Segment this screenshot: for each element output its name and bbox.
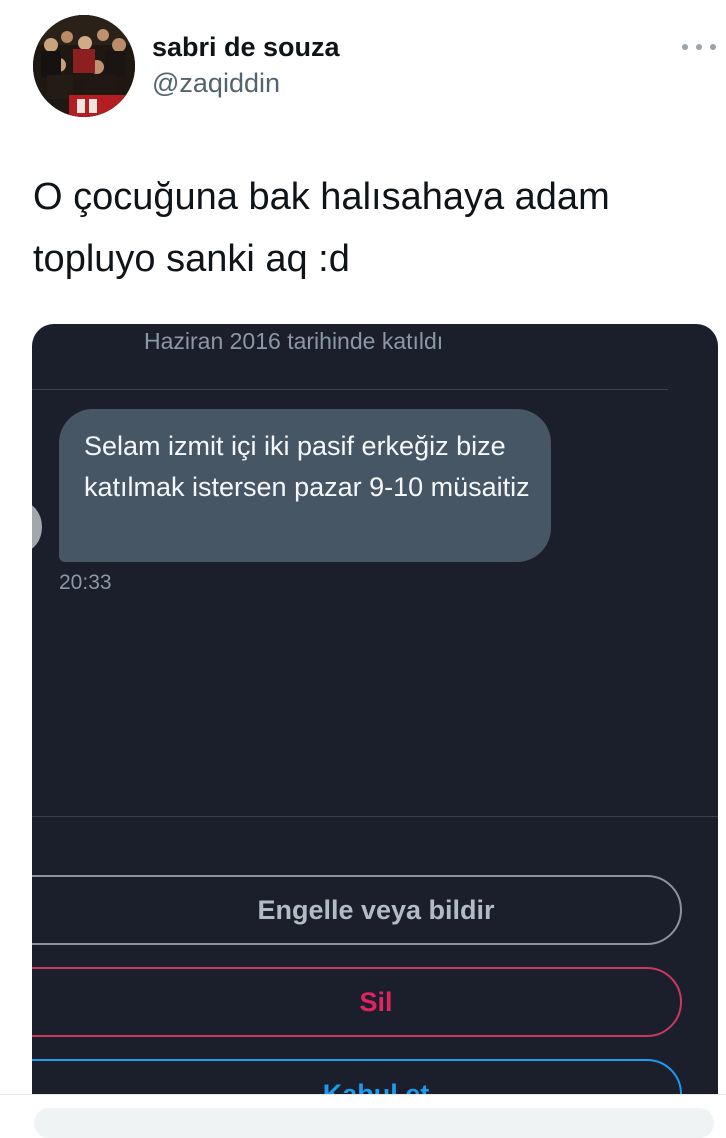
author-name[interactable]: sabri de souza	[152, 32, 340, 63]
author-avatar[interactable]	[33, 15, 135, 117]
ellipsis-icon[interactable]	[682, 38, 716, 56]
sender-avatar	[32, 502, 42, 552]
reply-input-bar[interactable]	[34, 1108, 714, 1138]
message-timestamp: 20:33	[59, 571, 112, 594]
tweet-text: O çocuğuna bak halısahaya adam topluyo s…	[33, 176, 610, 280]
ellipsis-dot	[710, 44, 716, 50]
joined-date-text: Haziran 2016 tarihinde katıldı	[144, 328, 444, 354]
divider	[32, 816, 718, 817]
embedded-screenshot[interactable]: Haziran 2016 tarihinde katıldı Selam izm…	[32, 324, 718, 1094]
ellipsis-dot	[682, 44, 688, 50]
message-bubble: Selam izmit içi iki pasif erkeğiz bize k…	[59, 409, 551, 562]
block-or-report-button[interactable]: Engelle veya bildir	[32, 875, 682, 945]
message-text: Selam izmit içi iki pasif erkeğiz bize k…	[84, 431, 530, 502]
divider	[32, 389, 668, 390]
accept-button[interactable]: Kabul et	[32, 1059, 682, 1094]
author-handle[interactable]: @zaqiddin	[152, 68, 280, 99]
delete-button[interactable]: Sil	[32, 967, 682, 1037]
avatar-image	[33, 15, 135, 117]
ellipsis-dot	[696, 44, 702, 50]
